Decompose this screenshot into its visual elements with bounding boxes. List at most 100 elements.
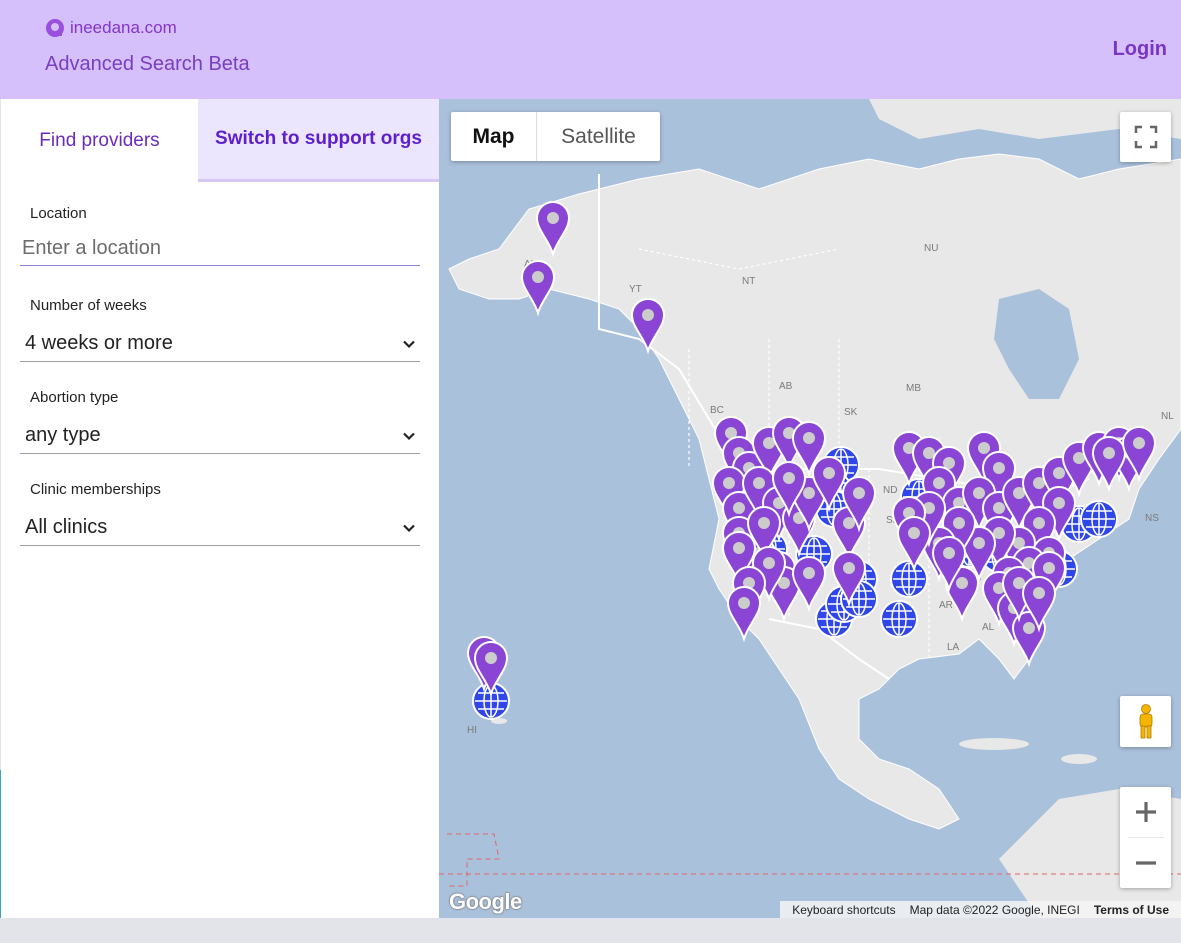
provider-marker-dot xyxy=(1023,622,1035,634)
cuba-land xyxy=(959,738,1029,750)
provider-marker-dot xyxy=(485,652,497,664)
map-type-satellite-button[interactable]: Satellite xyxy=(537,112,660,161)
provider-marker-dot xyxy=(956,577,968,589)
provider-marker-dot xyxy=(933,477,945,489)
abortion-type-value: any type xyxy=(25,424,101,446)
map-region-label: MB xyxy=(906,383,921,394)
map-region-label: HI xyxy=(467,725,477,736)
provider-marker-dot xyxy=(993,462,1005,474)
provider-marker-dot xyxy=(803,432,815,444)
app-header: ineedana.com Advanced Search Beta Login xyxy=(0,0,1181,99)
map-region-label: AR xyxy=(939,600,953,611)
provider-marker-dot xyxy=(803,487,815,499)
map-canvas[interactable]: NU NT YT AK BC AB SK MB QC NL NS ND SD H… xyxy=(439,99,1181,918)
weeks-value: 4 weeks or more xyxy=(25,332,173,354)
map-attribution: Keyboard shortcuts Map data ©2022 Google… xyxy=(780,901,1181,918)
abortion-type-label: Abortion type xyxy=(30,389,119,406)
provider-marker-dot xyxy=(1033,517,1045,529)
weeks-label: Number of weeks xyxy=(30,297,147,314)
support-org-marker[interactable] xyxy=(1080,500,1118,538)
weeks-select[interactable]: 4 weeks or more xyxy=(20,326,420,362)
brand-logo-icon xyxy=(46,19,64,37)
chevron-down-icon xyxy=(403,432,415,440)
provider-marker-dot xyxy=(763,557,775,569)
brand[interactable]: ineedana.com xyxy=(45,18,177,38)
provider-marker-dot xyxy=(738,597,750,609)
provider-marker-dot xyxy=(733,542,745,554)
map-base-layer: NU NT YT AK BC AB SK MB QC NL NS ND SD H… xyxy=(439,99,1181,918)
google-logo[interactable]: Google xyxy=(449,889,522,915)
map-data-text: Map data ©2022 Google, INEGI xyxy=(909,902,1080,917)
map-region-label: SK xyxy=(844,407,858,418)
login-button[interactable]: Login xyxy=(1113,38,1167,61)
terms-of-use-link[interactable]: Terms of Use xyxy=(1087,903,1176,917)
filter-sidebar: Find providers Switch to support orgs Lo… xyxy=(1,99,439,918)
zoom-in-button[interactable] xyxy=(1120,787,1171,837)
provider-marker-dot xyxy=(943,547,955,559)
street-view-button[interactable] xyxy=(1120,696,1171,747)
clinic-memberships-field: Clinic memberships All clinics xyxy=(20,481,420,546)
provider-marker-dot xyxy=(532,271,544,283)
location-input[interactable] xyxy=(20,232,420,266)
map-region-label: NL xyxy=(1161,411,1174,422)
provider-marker-dot xyxy=(1103,447,1115,459)
page-subtitle: Advanced Search Beta xyxy=(45,53,250,75)
support-org-marker[interactable] xyxy=(890,560,928,598)
tab-support-orgs[interactable]: Switch to support orgs xyxy=(198,99,439,182)
support-org-marker[interactable] xyxy=(880,600,918,638)
provider-marker-dot xyxy=(978,442,990,454)
provider-marker-dot xyxy=(753,477,765,489)
provider-marker-dot xyxy=(547,212,559,224)
map-region-label: NS xyxy=(1145,513,1159,524)
map-region-label: LA xyxy=(947,642,960,653)
map-region-label: AL xyxy=(982,622,995,633)
sidebar-tabs: Find providers Switch to support orgs xyxy=(1,99,439,182)
map-region-label: AB xyxy=(779,381,793,392)
provider-marker-dot xyxy=(973,537,985,549)
provider-marker-dot xyxy=(973,487,985,499)
location-field: Location xyxy=(20,205,420,266)
fullscreen-button[interactable] xyxy=(1120,112,1171,162)
clinic-memberships-select[interactable]: All clinics xyxy=(20,510,420,546)
provider-marker-dot xyxy=(993,502,1005,514)
abortion-type-field: Abortion type any type xyxy=(20,389,420,454)
map-type-control: Map Satellite xyxy=(451,112,660,161)
provider-marker[interactable] xyxy=(520,260,556,317)
provider-marker-dot xyxy=(783,472,795,484)
brand-name: ineedana.com xyxy=(70,18,177,37)
keyboard-shortcuts-link[interactable]: Keyboard shortcuts xyxy=(785,903,902,917)
map-region-label: ND xyxy=(883,485,897,496)
pegman-icon xyxy=(1139,703,1152,738)
provider-marker-dot xyxy=(1053,467,1065,479)
provider-marker-dot xyxy=(953,517,965,529)
chevron-down-icon xyxy=(403,524,415,532)
provider-marker-dot xyxy=(1043,562,1055,574)
provider-marker-dot xyxy=(723,477,735,489)
weeks-field: Number of weeks 4 weeks or more xyxy=(20,297,420,362)
zoom-out-button[interactable] xyxy=(1120,838,1171,888)
map-region-label: NU xyxy=(924,243,938,254)
provider-marker-dot xyxy=(642,309,654,321)
provider-marker-dot xyxy=(853,487,865,499)
map-type-map-button[interactable]: Map xyxy=(451,112,537,161)
fullscreen-icon xyxy=(1134,125,1157,149)
provider-marker-dot xyxy=(1033,587,1045,599)
tab-find-providers[interactable]: Find providers xyxy=(1,99,198,182)
zoom-control xyxy=(1120,787,1171,888)
provider-marker-dot xyxy=(843,517,855,529)
provider-marker-dot xyxy=(843,562,855,574)
abortion-type-select[interactable]: any type xyxy=(20,418,420,454)
provider-marker-dot xyxy=(803,567,815,579)
clinic-memberships-label: Clinic memberships xyxy=(30,481,161,498)
plus-icon xyxy=(1135,802,1156,822)
minus-icon xyxy=(1135,861,1156,865)
clinic-memberships-value: All clinics xyxy=(25,516,108,538)
provider-marker-dot xyxy=(1053,497,1065,509)
location-label: Location xyxy=(30,205,87,222)
map-region-label: YT xyxy=(629,284,642,295)
map-region-label: BC xyxy=(710,405,724,416)
provider-marker-dot xyxy=(1133,437,1145,449)
provider-marker-dot xyxy=(733,502,745,514)
provider-marker-dot xyxy=(908,527,920,539)
provider-marker-dot xyxy=(823,467,835,479)
